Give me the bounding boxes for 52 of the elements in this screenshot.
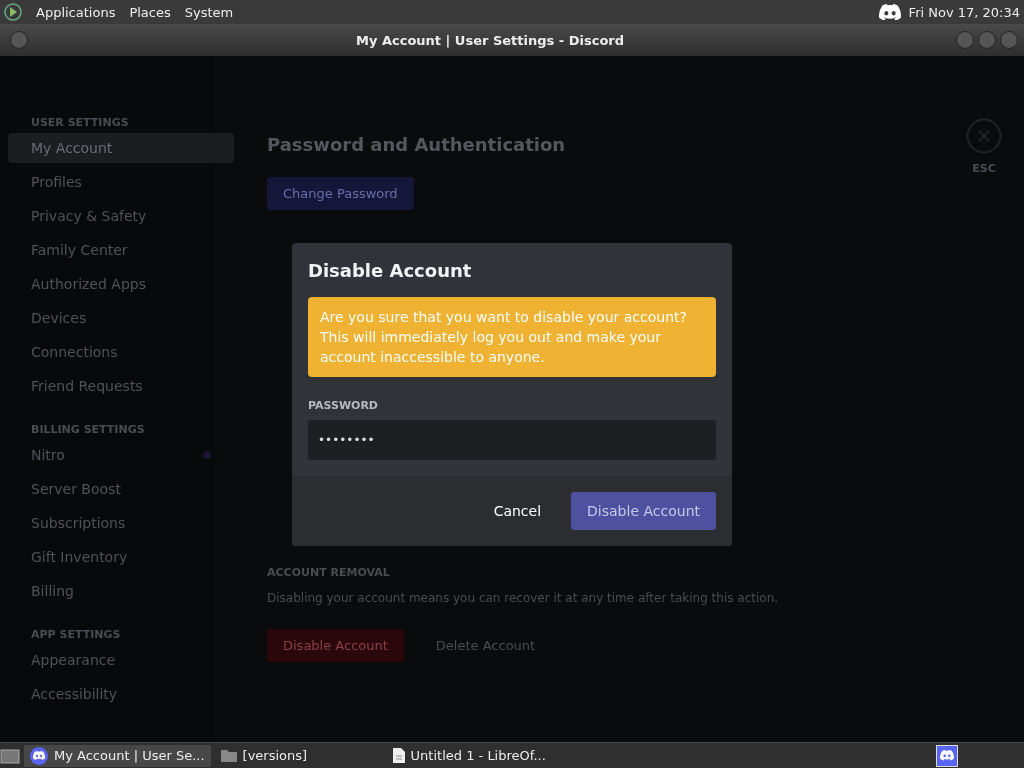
sidebar-item[interactable]: Profiles (8, 167, 234, 197)
disable-account-button[interactable]: Disable Account (571, 492, 716, 530)
sidebar-item[interactable]: Devices (8, 303, 234, 333)
close-icon[interactable] (966, 118, 1002, 154)
taskbar-button[interactable]: Untitled 1 - LibreOf... (386, 744, 555, 767)
cancel-button[interactable]: Cancel (471, 492, 564, 530)
section-header: ACCOUNT REMOVAL (267, 566, 390, 579)
field-label: PASSWORD (308, 399, 379, 412)
description: Disabling your account means you can recover it at any time after taking this action. (267, 591, 779, 605)
sidebar-item[interactable]: Billing (8, 576, 234, 606)
panel-menu[interactable]: System (184, 4, 234, 20)
dialog-title: Disable Account (307, 259, 473, 283)
sidebar-item[interactable]: Server Boost (8, 474, 234, 504)
sidebar-header: USER SETTINGS (30, 116, 130, 131)
sidebar-item[interactable]: Authorized Apps (8, 269, 234, 299)
sidebar-item[interactable]: Appearance (8, 645, 234, 675)
close-button[interactable] (1000, 31, 1018, 49)
sidebar-item[interactable]: Privacy & Safety (8, 201, 234, 231)
change-password-button[interactable]: Change Password (267, 177, 414, 210)
panel-menu[interactable]: Places (129, 4, 171, 20)
delete-account-button[interactable]: Delete Account (419, 629, 552, 662)
minimize-button[interactable] (956, 31, 974, 49)
show-desktop-icon[interactable] (0, 746, 20, 765)
window-title: My Account | User Settings - Discord (354, 32, 626, 48)
tray-icon[interactable] (936, 744, 958, 767)
sidebar-item[interactable]: Gift Inventory (8, 542, 234, 572)
esc-label: ESC (972, 162, 996, 175)
sidebar-item[interactable]: Connections (8, 337, 234, 367)
discord-icon (940, 750, 954, 761)
maximize-button[interactable] (978, 31, 996, 49)
sidebar-item[interactable]: Nitro (8, 440, 234, 470)
document-icon (392, 748, 405, 763)
sidebar-header: BILLING SETTINGS (30, 423, 146, 438)
warning-message: Are you sure that you want to disable your account? This will immediately log you out and make your account inaccessible to anyone. (308, 297, 716, 377)
discord-icon (33, 750, 45, 761)
sidebar-item[interactable]: Accessibility (8, 679, 234, 709)
disable-account-button[interactable]: Disable Account (267, 629, 404, 662)
sidebar-item[interactable]: Subscriptions (8, 508, 234, 538)
password-field[interactable]: •••••••• (308, 420, 716, 460)
sidebar-item[interactable]: Friend Requests (8, 371, 234, 401)
panel-menu[interactable]: Applications (36, 4, 116, 20)
sidebar-item[interactable]: My Account (8, 133, 234, 163)
discord-icon (878, 3, 901, 21)
taskbar-button[interactable]: [versions] (214, 744, 383, 767)
sidebar-header: APP SETTINGS (30, 628, 122, 643)
taskbar-button[interactable]: My Account | User Se... (24, 744, 211, 767)
folder-icon (220, 749, 237, 762)
window-menu-button[interactable] (10, 31, 28, 49)
sidebar-item[interactable]: Family Center (8, 235, 234, 265)
clock: Fri Nov 17, 20:34 (908, 4, 1020, 20)
section-heading: Password and Authentication (267, 134, 566, 155)
menu-logo-icon[interactable] (4, 3, 22, 21)
